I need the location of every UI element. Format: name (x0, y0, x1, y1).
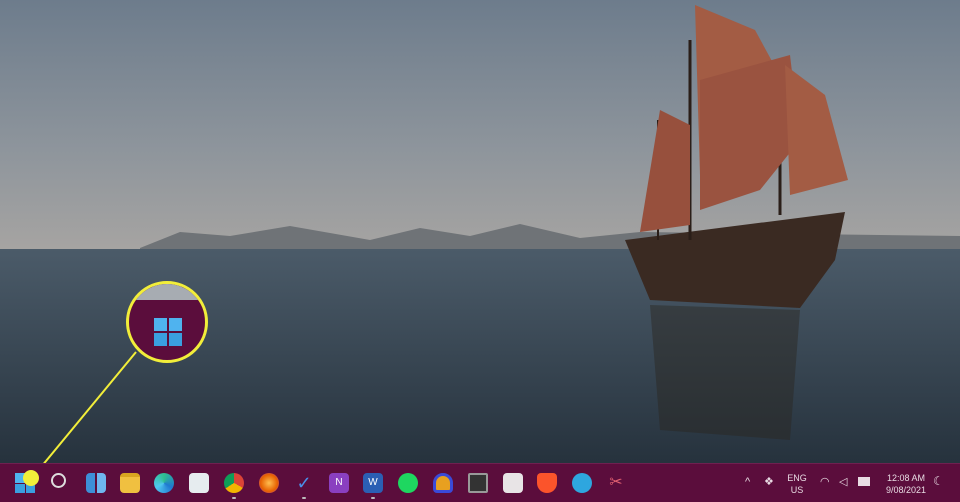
task-view-icon[interactable] (86, 473, 106, 493)
checkmark-icon[interactable]: ✓ (294, 473, 314, 499)
brave-icon[interactable] (537, 473, 557, 493)
folder-icon[interactable] (120, 473, 140, 493)
clock[interactable]: 12:08 AM 9/08/2021 (880, 472, 932, 496)
scissors-icon[interactable]: ✂ (606, 473, 626, 493)
language-label: ENG (787, 473, 807, 483)
volume-icon[interactable]: ◁ (839, 476, 847, 488)
battery-icon[interactable] (858, 477, 870, 486)
telegram-icon[interactable] (572, 473, 592, 493)
headphones-icon[interactable] (433, 473, 453, 493)
time-label: 12:08 AM (886, 473, 926, 483)
start-button-callout (126, 281, 208, 363)
date-label: 9/08/2021 (885, 485, 927, 495)
spotify-icon[interactable] (398, 473, 418, 493)
focus-assist-moon-icon[interactable]: ☾ (933, 475, 944, 487)
word-icon[interactable]: W (363, 473, 383, 499)
show-hidden-icons-chevron-icon[interactable]: ^ (745, 476, 750, 488)
desktop-wallpaper (0, 0, 960, 463)
windows-icon (154, 318, 182, 346)
callout-dot (23, 470, 39, 486)
quill-icon[interactable] (189, 473, 209, 493)
edge-icon[interactable] (154, 473, 174, 493)
store-icon[interactable] (503, 473, 523, 493)
wifi-icon[interactable]: ◠ (820, 476, 830, 488)
onenote-icon[interactable]: N (329, 473, 349, 493)
region-label: US (790, 485, 804, 495)
chrome-icon[interactable] (224, 473, 244, 499)
dropbox-icon[interactable]: ❖ (764, 476, 774, 488)
camera-icon[interactable] (468, 473, 488, 493)
language-indicator[interactable]: ENG US (786, 472, 808, 496)
taskbar: ✓ N W ✂ ^ ❖ ENG US ◠ ◁ 12:08 AM 9/08/202… (0, 463, 960, 502)
firefox-icon[interactable] (259, 473, 279, 493)
search-icon[interactable] (51, 473, 66, 488)
